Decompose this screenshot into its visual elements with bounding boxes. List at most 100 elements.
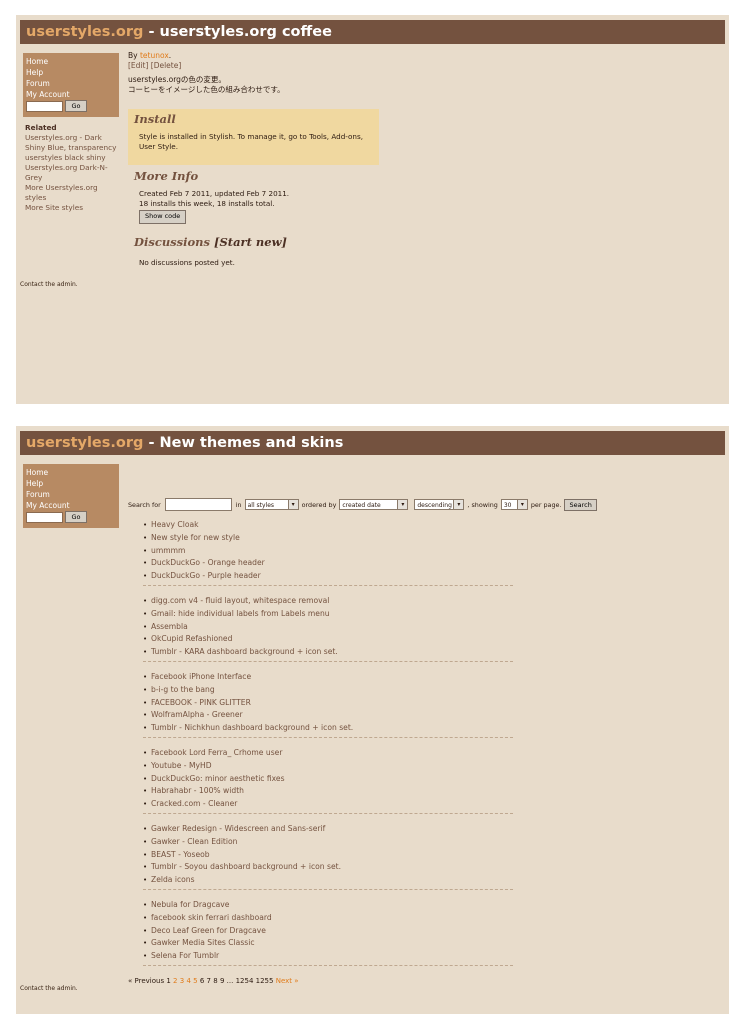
style-info: By tetunox. [Edit] [Delete] userstyles.o… — [128, 51, 528, 94]
list-item: • Gawker Redesign - Widescreen and Sans-s… — [143, 823, 513, 836]
theme-link[interactable]: Heavy Cloak — [151, 520, 199, 529]
related-heading: Related — [25, 123, 57, 132]
page-link[interactable]: 2 — [173, 977, 177, 985]
theme-link[interactable]: Gawker - Clean Edition — [151, 837, 237, 846]
page-number[interactable]: 6 — [200, 977, 204, 985]
author-link[interactable]: tetunox — [140, 51, 169, 60]
style-search-form: Search for in all styles ▾ ordered by cre… — [128, 498, 597, 511]
start-new-discussion-link[interactable]: [Start new] — [214, 235, 287, 249]
site-logo-link[interactable]: userstyles.org — [26, 435, 143, 451]
page-number[interactable]: 8 — [213, 977, 217, 985]
no-discussions-text: No discussions posted yet. — [139, 258, 235, 267]
nav-help-link[interactable]: Help — [26, 478, 119, 489]
site-logo-link[interactable]: userstyles.org — [26, 24, 143, 40]
bullet-icon: • — [143, 863, 148, 872]
nav-my-account-link[interactable]: My Account — [26, 500, 119, 511]
list-item: • Gmail: hide individual labels from Labe… — [143, 608, 513, 621]
per-page-select[interactable]: 30 ▾ — [500, 499, 528, 510]
sidebar-search: Go — [26, 511, 119, 523]
page-link[interactable]: 4 — [186, 977, 190, 985]
theme-link[interactable]: Facebook Lord Ferra_ Crhome user — [151, 748, 282, 757]
nav-forum-link[interactable]: Forum — [26, 78, 119, 89]
nav-forum-link[interactable]: Forum — [26, 489, 119, 500]
page-number[interactable]: 1254 — [236, 977, 254, 985]
direction-select-value: descending — [417, 502, 452, 509]
list-item: • Youtube - MyHD — [143, 760, 513, 773]
nav-home-link[interactable]: Home — [26, 56, 119, 67]
install-instructions: Style is installed in Stylish. To manage… — [139, 132, 363, 151]
by-suffix: . — [168, 51, 172, 60]
related-link[interactable]: More Userstyles.org styles — [25, 183, 120, 203]
bullet-icon: • — [143, 774, 148, 783]
nav-my-account-link[interactable]: My Account — [26, 89, 119, 100]
search-input[interactable] — [164, 498, 232, 511]
theme-link[interactable]: Selena For Tumblr — [151, 951, 219, 960]
theme-link[interactable]: Gawker Media Sites Classic — [151, 938, 255, 947]
theme-link[interactable]: Cracked.com - Cleaner — [151, 799, 237, 808]
theme-link[interactable]: Facebook iPhone Interface — [151, 672, 251, 681]
more-info-heading: More Info — [134, 169, 199, 183]
contact-admin-link[interactable]: Contact the admin. — [20, 281, 78, 288]
related-link[interactable]: Userstyles.org - Dark Shiny Blue, transp… — [25, 133, 120, 153]
related-link[interactable]: Userstyles.org Dark-N-Grey — [25, 163, 120, 183]
nav-help-link[interactable]: Help — [26, 67, 119, 78]
theme-link[interactable]: DuckDuckGo - Orange header — [151, 558, 265, 567]
list-item: • OkCupid Refashioned — [143, 633, 513, 646]
theme-link[interactable]: digg.com v4 - fluid layout, whitespace r… — [151, 596, 329, 605]
bullet-icon: • — [143, 609, 148, 618]
related-link[interactable]: More Site styles — [25, 203, 120, 213]
list-item: • Tumblr - KARA dashboard background + ic… — [143, 646, 513, 659]
search-button[interactable]: Search — [564, 498, 597, 511]
theme-link[interactable]: BEAST - Yoseob — [151, 850, 210, 859]
theme-link[interactable]: OkCupid Refashioned — [151, 634, 232, 643]
style-page-screenshot: userstyles.org - userstyles.org coffee H… — [16, 15, 729, 404]
list-item: • Zelda icons — [143, 874, 513, 887]
next-page-link[interactable]: Next » — [276, 977, 299, 985]
installs-count-text: 18 installs this week, 18 installs total… — [139, 198, 275, 208]
theme-link[interactable]: Nebula for Dragcave — [151, 900, 229, 909]
page-number[interactable]: 1255 — [256, 977, 274, 985]
theme-link[interactable]: DuckDuckGo - Purple header — [151, 571, 261, 580]
related-link[interactable]: userstyles black shiny — [25, 153, 120, 163]
theme-link[interactable]: Zelda icons — [151, 875, 195, 884]
theme-link[interactable]: New style for new style — [151, 533, 240, 542]
page-link[interactable]: 5 — [193, 977, 197, 985]
bullet-icon: • — [143, 559, 148, 568]
theme-link[interactable]: DuckDuckGo: minor aesthetic fixes — [151, 774, 285, 783]
theme-link[interactable]: Youtube - MyHD — [151, 761, 212, 770]
sidebar-search-input[interactable] — [26, 511, 63, 523]
theme-link[interactable]: b-i-g to the bang — [151, 685, 215, 694]
scope-select[interactable]: all styles ▾ — [244, 499, 299, 510]
theme-group: • Nebula for Dragcave • facebook skin ferra… — [143, 899, 513, 966]
theme-link[interactable]: Habrahabr - 100% width — [151, 786, 244, 795]
direction-select[interactable]: descending ▾ — [414, 499, 465, 510]
more-info-section: More Info Created Feb 7 2011, updated Fe… — [134, 169, 289, 224]
theme-link[interactable]: Gmail: hide individual labels from Label… — [151, 609, 330, 618]
go-button[interactable]: Go — [65, 100, 87, 112]
theme-link[interactable]: facebook skin ferrari dashboard — [151, 913, 272, 922]
theme-link[interactable]: WolframAlpha - Greener — [151, 710, 243, 719]
theme-link[interactable]: Gawker Redesign - Widescreen and Sans-se… — [151, 824, 325, 833]
install-heading: Install — [134, 112, 176, 126]
show-code-button[interactable]: Show code — [139, 210, 187, 224]
page-number[interactable]: ... — [227, 977, 234, 985]
page-link[interactable]: 3 — [180, 977, 184, 985]
delete-link[interactable]: [Delete] — [151, 61, 182, 70]
style-description: userstyles.orgの色の変更。 コーヒーをイメージした色の組み合わせで… — [128, 75, 528, 94]
contact-admin-link[interactable]: Contact the admin. — [20, 985, 78, 992]
go-button[interactable]: Go — [65, 511, 87, 523]
page-number[interactable]: 9 — [220, 977, 224, 985]
sidebar-search-input[interactable] — [26, 100, 63, 112]
theme-link[interactable]: Tumblr - Nichkhun dashboard background +… — [151, 723, 353, 732]
page-number[interactable]: 7 — [207, 977, 211, 985]
theme-link[interactable]: Assembla — [151, 622, 188, 631]
theme-link[interactable]: Tumblr - KARA dashboard background + ico… — [151, 647, 338, 656]
nav-home-link[interactable]: Home — [26, 467, 119, 478]
theme-link[interactable]: Tumblr - Soyou dashboard background + ic… — [151, 862, 341, 871]
page-title: - New themes and skins — [143, 435, 344, 451]
edit-link[interactable]: [Edit] — [128, 61, 148, 70]
theme-link[interactable]: ummmm — [151, 546, 185, 555]
theme-link[interactable]: FACEBOOK - PINK GLITTER — [151, 698, 251, 707]
theme-link[interactable]: Deco Leaf Green for Dragcave — [151, 926, 266, 935]
order-select[interactable]: created date ▾ — [339, 499, 409, 510]
